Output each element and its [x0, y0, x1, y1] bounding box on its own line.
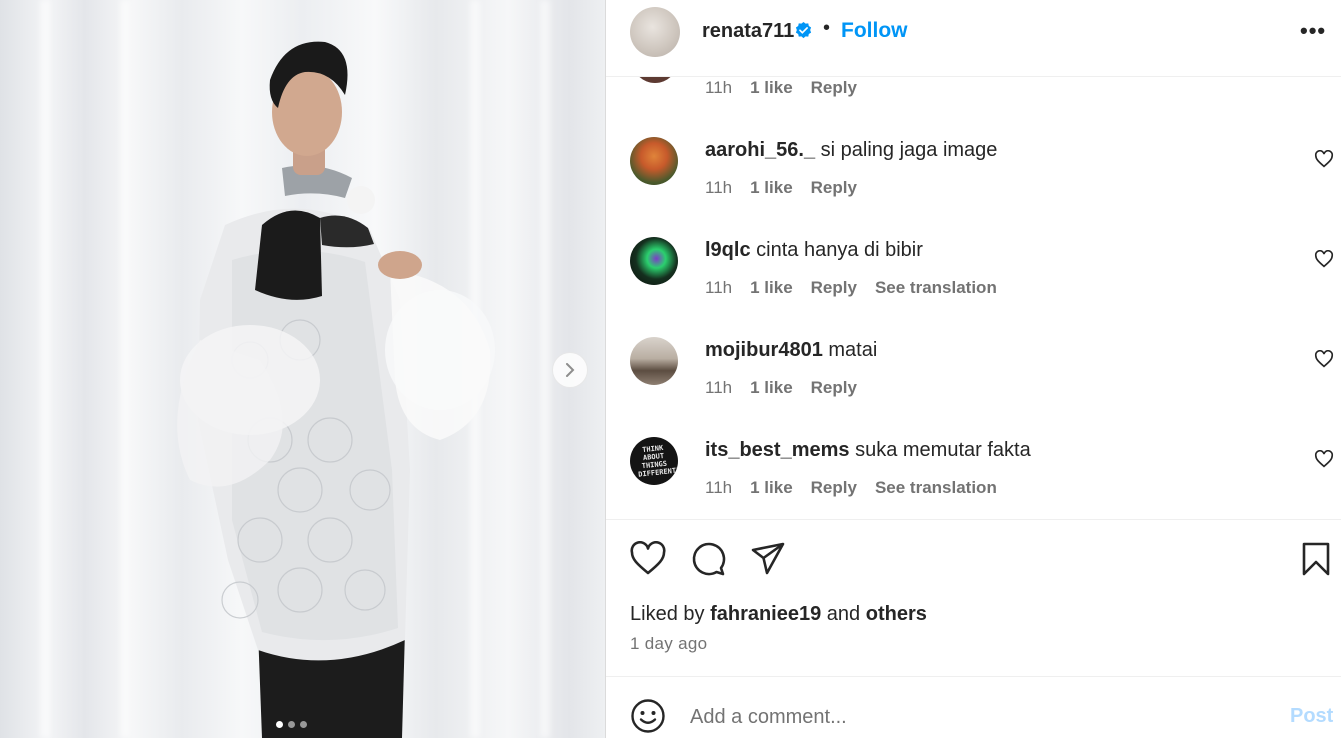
reply-button[interactable]: Reply — [811, 478, 857, 498]
comment-meta: 11h 1 like Reply — [705, 178, 857, 198]
reply-button[interactable]: Reply — [811, 278, 857, 298]
author-username[interactable]: renata711 — [702, 20, 794, 43]
carousel-dot — [288, 721, 295, 728]
author-avatar[interactable] — [630, 7, 680, 57]
likes-user[interactable]: fahraniee19 — [710, 603, 821, 625]
comment-avatar[interactable] — [630, 137, 678, 185]
comment-item: THINK ABOUT THINGS DIFFERENTLY its_best_… — [606, 437, 1341, 519]
comment-bubble-icon[interactable] — [690, 541, 726, 577]
comment-likes[interactable]: 1 like — [750, 478, 793, 498]
like-comment-heart-icon[interactable] — [1314, 250, 1334, 268]
comment-body: si paling jaga image — [820, 139, 998, 161]
likes-middle: and — [826, 603, 861, 625]
likes-prefix: Liked by — [630, 603, 705, 625]
reply-button[interactable]: Reply — [811, 178, 857, 198]
header-separator: • — [823, 17, 831, 39]
comment-time: 11h — [705, 478, 733, 497]
carousel-dot — [300, 721, 307, 728]
reply-button[interactable]: Reply — [811, 378, 857, 398]
likes-others[interactable]: others — [866, 603, 927, 625]
like-comment-heart-icon[interactable] — [1314, 450, 1334, 468]
comment-avatar[interactable] — [632, 77, 678, 83]
comment-likes[interactable]: 1 like — [750, 78, 793, 98]
avatar-text: THINK ABOUT THINGS DIFFERENTLY — [637, 443, 678, 479]
comment-username[interactable]: mojibur4801 — [705, 339, 823, 361]
save-bookmark-icon[interactable] — [1298, 541, 1334, 577]
comment-time: 11h — [705, 78, 733, 97]
comment-item: aarohi_56._ si paling jaga image 11h 1 l… — [606, 137, 1341, 237]
add-comment-input[interactable] — [690, 703, 1250, 731]
comment-time: 11h — [705, 178, 733, 197]
comment-username[interactable]: its_best_mems — [705, 439, 850, 461]
comment-username[interactable]: l9qlc — [705, 239, 751, 261]
post-timestamp[interactable]: 1 day ago — [630, 634, 707, 654]
carousel-dot-active — [276, 721, 283, 728]
comment-body: suka memutar fakta — [855, 439, 1031, 461]
comment-item: l9qlc cinta hanya di bibir 11h 1 like Re… — [606, 237, 1341, 337]
next-slide-button[interactable] — [552, 352, 588, 388]
verified-badge-icon — [795, 21, 812, 39]
likes-summary: Liked by fahraniee19 and others — [630, 603, 927, 626]
carousel-dots — [276, 721, 307, 728]
comment-text-line: mojibur4801 matai — [705, 337, 877, 363]
comment-meta: 11h 1 like Reply See translation — [705, 278, 997, 298]
comment-body: matai — [828, 339, 878, 361]
comment-meta: 11h 1 like Reply — [705, 378, 857, 398]
comment-likes[interactable]: 1 like — [750, 378, 793, 398]
like-heart-icon[interactable] — [630, 541, 666, 577]
comment-text-line: its_best_mems suka memutar fakta — [705, 437, 1031, 463]
comment-avatar[interactable] — [630, 237, 678, 285]
actions-divider — [606, 519, 1341, 520]
share-send-icon[interactable] — [750, 541, 786, 577]
post-comment-button[interactable]: Post — [1290, 705, 1333, 728]
emoji-icon[interactable] — [630, 698, 666, 734]
comment-avatar[interactable] — [630, 337, 678, 385]
comment-likes[interactable]: 1 like — [750, 178, 793, 198]
comment-time: 11h — [705, 378, 733, 397]
comment-meta: 11h 1 like Reply See translation — [705, 478, 997, 498]
comment-meta: 11h 1 like Reply — [705, 78, 857, 98]
see-translation-button[interactable]: See translation — [875, 478, 997, 498]
post-header: renata711 • Follow ••• — [606, 0, 1341, 77]
comment-time: 11h — [705, 278, 733, 297]
comment-body: cinta hanya di bibir — [756, 239, 923, 261]
comment-text-line: l9qlc cinta hanya di bibir — [705, 237, 923, 263]
post-photo — [177, 41, 495, 738]
more-options-icon[interactable]: ••• — [1300, 18, 1326, 44]
comment-composer: Post — [606, 676, 1341, 738]
comments-list[interactable]: 11h 1 like Reply aarohi_56._ si paling j… — [606, 77, 1341, 519]
comment-text-line: aarohi_56._ si paling jaga image — [705, 137, 997, 163]
like-comment-heart-icon[interactable] — [1314, 350, 1334, 368]
follow-button[interactable]: Follow — [841, 19, 908, 43]
comment-avatar[interactable]: THINK ABOUT THINGS DIFFERENTLY — [630, 437, 678, 485]
post-media[interactable] — [0, 0, 605, 738]
comment-username[interactable]: aarohi_56._ — [705, 139, 815, 161]
chevron-right-icon — [566, 363, 575, 377]
comment-likes[interactable]: 1 like — [750, 278, 793, 298]
comment-item: mojibur4801 matai 11h 1 like Reply — [606, 337, 1341, 437]
reply-button[interactable]: Reply — [811, 78, 857, 98]
see-translation-button[interactable]: See translation — [875, 278, 997, 298]
like-comment-heart-icon[interactable] — [1314, 150, 1334, 168]
